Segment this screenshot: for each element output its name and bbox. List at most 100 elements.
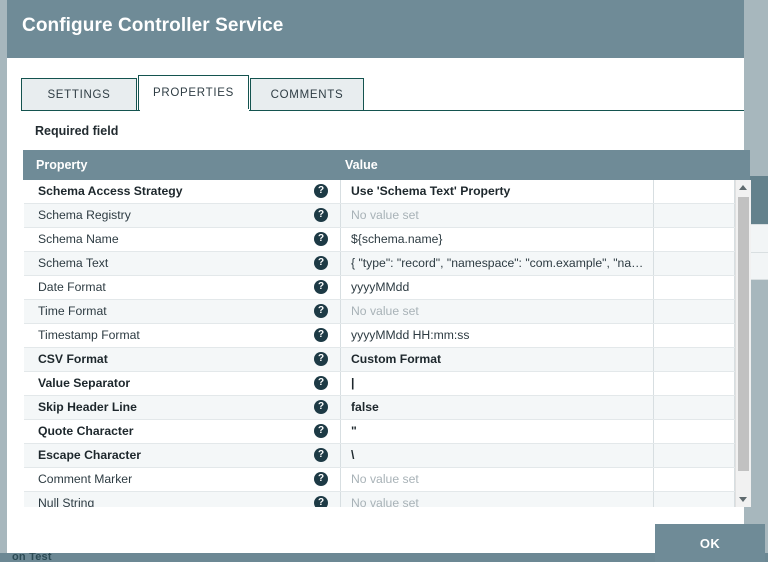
- help-icon[interactable]: ?: [314, 424, 328, 438]
- help-icon[interactable]: ?: [314, 400, 328, 414]
- properties-table-header: Property Value: [23, 150, 750, 180]
- value-cell-overflow: [655, 324, 735, 347]
- property-name: Skip Header Line: [38, 400, 137, 414]
- property-value: No value set: [351, 208, 647, 222]
- configure-controller-service-dialog: Configure Controller Service SETTINGS PR…: [7, 0, 744, 553]
- table-row[interactable]: Schema Access Strategy? Use 'Schema Text'…: [24, 180, 751, 204]
- value-cell[interactable]: yyyyMMdd: [342, 276, 654, 299]
- tab-properties-label: PROPERTIES: [153, 87, 234, 99]
- value-cell-overflow: [655, 372, 735, 395]
- help-icon[interactable]: ?: [314, 208, 328, 222]
- value-cell[interactable]: \: [342, 444, 654, 467]
- help-icon[interactable]: ?: [314, 352, 328, 366]
- table-row[interactable]: Value Separator? |: [24, 372, 751, 396]
- required-field-label: Required field: [35, 124, 118, 138]
- table-row[interactable]: Date Format?yyyyMMdd: [24, 276, 751, 300]
- property-cell: CSV Format?: [24, 348, 341, 371]
- property-value: |: [351, 376, 647, 390]
- value-cell[interactable]: ${schema.name}: [342, 228, 654, 251]
- value-cell[interactable]: No value set: [342, 492, 654, 507]
- help-icon[interactable]: ?: [314, 496, 328, 507]
- column-header-property: Property: [36, 158, 87, 172]
- value-cell-overflow: [655, 468, 735, 491]
- property-name: Value Separator: [38, 376, 130, 390]
- properties-table: Property Value Schema Access Strategy? Us…: [23, 150, 750, 507]
- value-cell-overflow: [655, 492, 735, 507]
- tab-active-mask: [140, 109, 249, 112]
- value-cell[interactable]: { "type": "record", "namespace": "com.ex…: [342, 252, 654, 275]
- table-row[interactable]: CSV Format? Custom Format: [24, 348, 751, 372]
- value-cell-overflow: [655, 396, 735, 419]
- property-value: Use 'Schema Text' Property: [351, 184, 647, 198]
- property-value: No value set: [351, 472, 647, 486]
- table-row[interactable]: Schema Registry? No value set: [24, 204, 751, 228]
- property-name: Comment Marker: [38, 472, 132, 486]
- help-icon[interactable]: ?: [314, 376, 328, 390]
- value-cell-overflow: [655, 348, 735, 371]
- property-value: No value set: [351, 496, 647, 507]
- table-row[interactable]: Quote Character?": [24, 420, 751, 444]
- tab-bar: SETTINGS PROPERTIES COMMENTS: [21, 76, 364, 110]
- scrollbar-thumb[interactable]: [738, 197, 749, 471]
- property-value: false: [351, 400, 647, 414]
- property-value: ${schema.name}: [351, 232, 647, 246]
- property-name: Schema Access Strategy: [38, 184, 183, 198]
- table-row[interactable]: Skip Header Line? false: [24, 396, 751, 420]
- property-cell: Timestamp Format?: [24, 324, 341, 347]
- table-row[interactable]: Comment Marker? No value set: [24, 468, 751, 492]
- scroll-up-arrow-icon[interactable]: [736, 180, 751, 195]
- value-cell[interactable]: No value set: [342, 204, 654, 227]
- property-value: yyyyMMdd HH:mm:ss: [351, 328, 647, 342]
- property-name: Time Format: [38, 304, 107, 318]
- table-row[interactable]: Schema Text? { "type": "record", "namespa…: [24, 252, 751, 276]
- tab-underline: [21, 110, 744, 111]
- help-icon[interactable]: ?: [314, 280, 328, 294]
- property-cell: Escape Character?: [24, 444, 341, 467]
- value-cell-overflow: [655, 300, 735, 323]
- value-cell-overflow: [655, 444, 735, 467]
- help-icon[interactable]: ?: [314, 328, 328, 342]
- help-icon[interactable]: ?: [314, 304, 328, 318]
- property-cell: Schema Registry?: [24, 204, 341, 227]
- properties-table-scrollbar[interactable]: [735, 180, 751, 507]
- value-cell-overflow: [655, 228, 735, 251]
- value-cell-overflow: [655, 180, 735, 203]
- backdrop-bottom-bar: [0, 553, 768, 562]
- help-icon[interactable]: ?: [314, 184, 328, 198]
- property-cell: Value Separator?: [24, 372, 341, 395]
- property-cell: Skip Header Line?: [24, 396, 341, 419]
- value-cell-overflow: [655, 420, 735, 443]
- tab-properties[interactable]: PROPERTIES: [138, 75, 249, 110]
- tab-settings[interactable]: SETTINGS: [21, 78, 137, 110]
- backdrop-panel-divider: [748, 252, 768, 253]
- value-cell[interactable]: Use 'Schema Text' Property: [342, 180, 654, 203]
- table-row[interactable]: Time Format? No value set: [24, 300, 751, 324]
- property-cell: Schema Text?: [24, 252, 341, 275]
- table-row[interactable]: Schema Name?${schema.name}: [24, 228, 751, 252]
- value-cell[interactable]: No value set: [342, 300, 654, 323]
- table-row[interactable]: Escape Character?\: [24, 444, 751, 468]
- tab-comments[interactable]: COMMENTS: [250, 78, 364, 110]
- value-cell[interactable]: yyyyMMdd HH:mm:ss: [342, 324, 654, 347]
- help-icon[interactable]: ?: [314, 256, 328, 270]
- property-name: Timestamp Format: [38, 328, 140, 342]
- table-row[interactable]: Null String?No value set: [24, 492, 751, 507]
- property-value: ": [351, 424, 647, 438]
- property-value: Custom Format: [351, 352, 647, 366]
- value-cell[interactable]: |: [342, 372, 654, 395]
- value-cell[interactable]: No value set: [342, 468, 654, 491]
- property-name: Schema Registry: [38, 208, 131, 222]
- value-cell[interactable]: Custom Format: [342, 348, 654, 371]
- property-value: No value set: [351, 304, 647, 318]
- table-row[interactable]: Timestamp Format? yyyyMMdd HH:mm:ss: [24, 324, 751, 348]
- ok-button[interactable]: OK: [655, 524, 765, 562]
- scroll-down-arrow-icon[interactable]: [736, 492, 751, 507]
- property-value: { "type": "record", "namespace": "com.ex…: [351, 256, 647, 270]
- help-icon[interactable]: ?: [314, 232, 328, 246]
- help-icon[interactable]: ?: [314, 472, 328, 486]
- value-cell[interactable]: ": [342, 420, 654, 443]
- value-cell[interactable]: false: [342, 396, 654, 419]
- dialog-title: Configure Controller Service: [22, 15, 283, 37]
- help-icon[interactable]: ?: [314, 448, 328, 462]
- property-cell: Comment Marker?: [24, 468, 341, 491]
